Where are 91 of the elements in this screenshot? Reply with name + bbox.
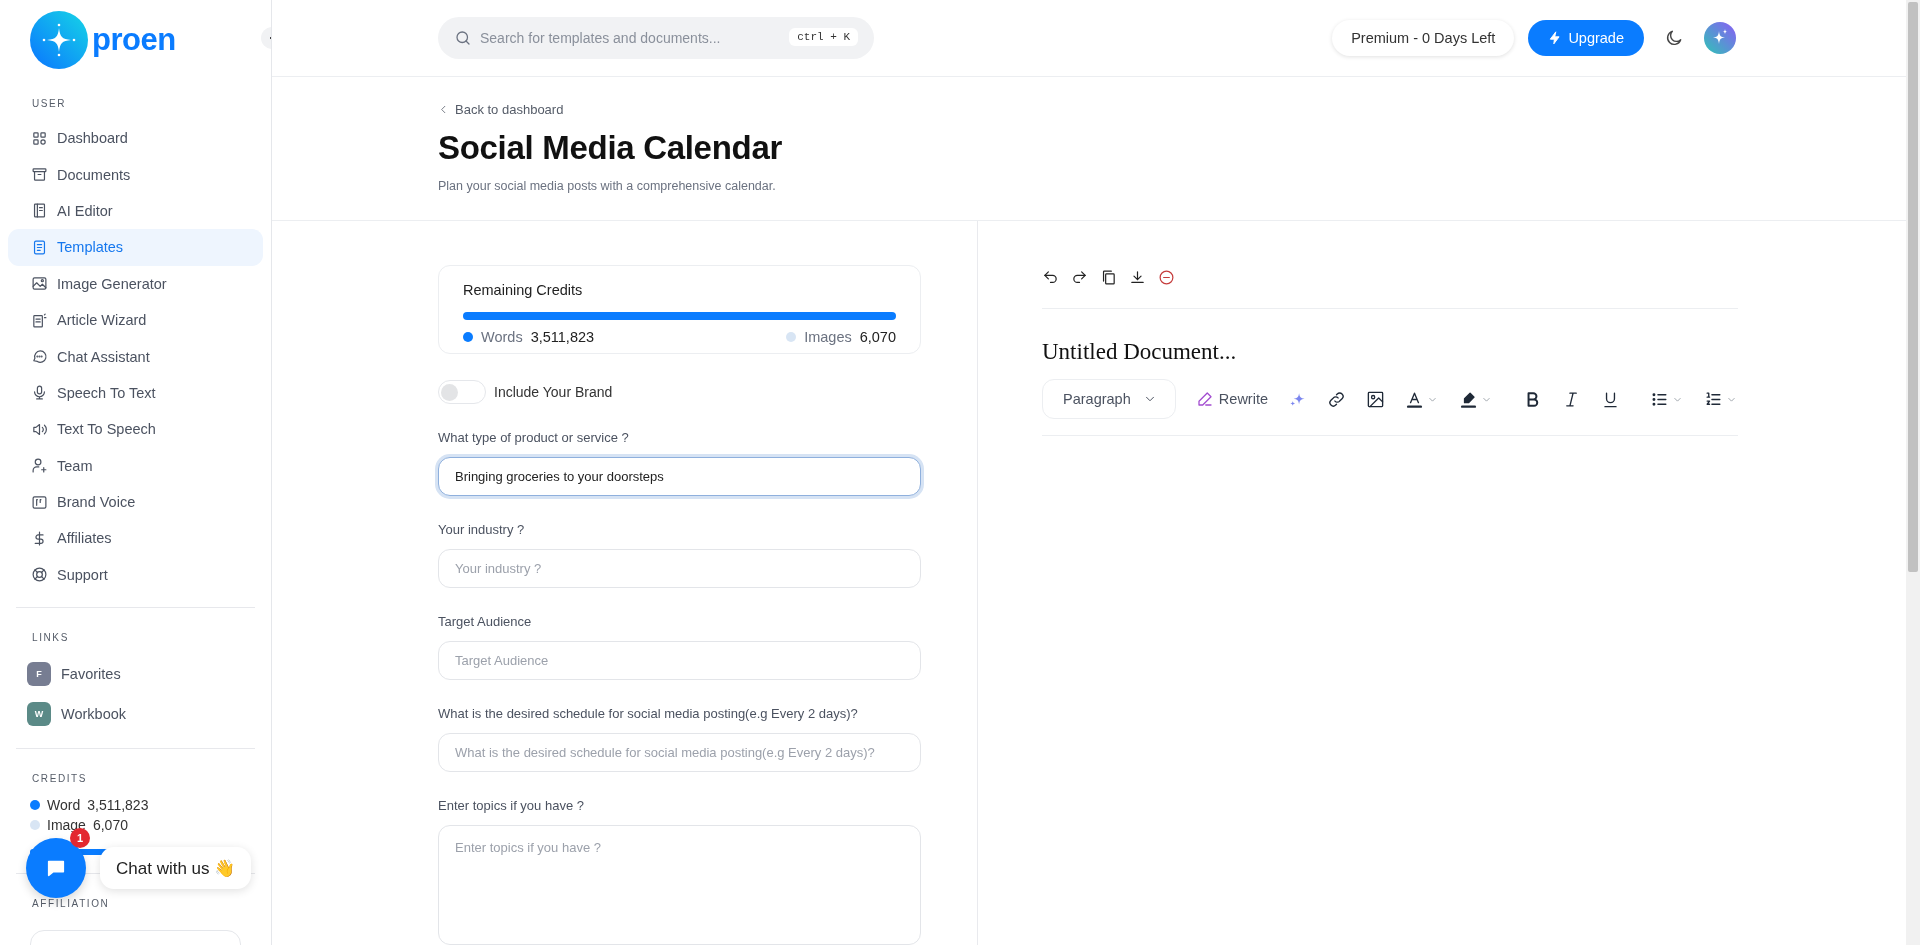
sidebar-item[interactable]: Templates xyxy=(8,229,263,266)
logo-text: proen xyxy=(92,22,176,58)
moon-icon[interactable] xyxy=(1664,28,1684,48)
credit-value: 6,070 xyxy=(859,329,896,345)
chat-prompt[interactable]: Chat with us 👋 xyxy=(100,847,252,889)
page-title: Social Media Calendar xyxy=(438,129,783,167)
sidebar-item[interactable]: Speech To Text xyxy=(8,374,263,412)
user-add-icon xyxy=(31,457,48,475)
notebook-icon xyxy=(31,202,48,220)
archive-icon xyxy=(31,166,48,184)
scrollbar[interactable] xyxy=(1906,0,1920,945)
sidebar-item[interactable]: Article Wizard xyxy=(8,301,263,339)
sidebar-item[interactable]: Dashboard xyxy=(8,120,263,157)
logo-icon xyxy=(30,11,88,69)
sidebar-item[interactable]: Team xyxy=(8,447,263,484)
grid-icon xyxy=(31,129,48,147)
sidebar-item[interactable]: Chat Assistant xyxy=(8,338,263,375)
keyboard-shortcut: ctrl + K xyxy=(789,28,858,46)
field-label: Target Audience xyxy=(438,613,533,629)
board-icon xyxy=(31,493,48,511)
copy-icon xyxy=(1100,269,1117,286)
image-icon xyxy=(31,275,48,293)
plan-button[interactable]: Premium - 0 Days Left xyxy=(1332,20,1515,56)
download-icon xyxy=(1129,269,1146,286)
redo-icon xyxy=(1071,269,1088,286)
download-button[interactable] xyxy=(1129,269,1146,286)
field-label: What is the desired schedule for social media posting(e.g Every 2 days)? xyxy=(438,705,859,721)
input-field[interactable]: Target Audience xyxy=(438,640,921,680)
image-icon xyxy=(1366,389,1385,409)
section-title: CREDITS xyxy=(31,773,89,785)
pencil-icon xyxy=(1195,390,1214,408)
section-title: USER xyxy=(31,98,68,109)
text-color-icon xyxy=(1405,389,1424,409)
sidebar-item[interactable]: Support xyxy=(8,556,263,594)
credit-value: 3,511,823 xyxy=(87,797,149,814)
credit-label: Words xyxy=(481,329,523,345)
article-icon xyxy=(31,311,48,329)
sidebar-item[interactable]: Brand Voice xyxy=(8,483,263,521)
section-title: LINKS xyxy=(31,632,70,644)
sidebar-item[interactable]: Documents xyxy=(8,156,263,193)
field-label: Your industry ? xyxy=(438,521,526,537)
minus-circle-icon xyxy=(1158,269,1175,286)
credit-label: Word xyxy=(47,797,81,814)
letter-avatar: F xyxy=(27,662,51,687)
card-title: Remaining Credits xyxy=(463,282,584,298)
rewrite-button[interactable]: Rewrite xyxy=(1195,390,1268,408)
sidebar-item[interactable]: Affiliates xyxy=(8,520,263,557)
toggle-label: Include Your Brand xyxy=(494,383,613,400)
underline-icon xyxy=(1601,389,1620,409)
chat-bubble-icon xyxy=(31,348,48,366)
field-label: What type of product or service ? xyxy=(438,429,630,445)
sidebar-link[interactable]: F Favorites xyxy=(8,654,263,695)
input-field[interactable]: Your industry ? xyxy=(438,548,921,588)
credit-label: Images xyxy=(804,329,852,345)
document-icon xyxy=(31,238,48,256)
lifebuoy-icon xyxy=(31,566,48,584)
sparkle-avatar-icon[interactable] xyxy=(1704,22,1736,54)
section-title: AFFILIATION xyxy=(31,898,111,910)
toggle-switch[interactable] xyxy=(438,379,486,404)
link-button[interactable] xyxy=(1327,389,1346,409)
redo-button[interactable] xyxy=(1071,269,1088,286)
image-button[interactable] xyxy=(1366,389,1385,409)
credit-value: 6,070 xyxy=(92,817,128,834)
letter-avatar: W xyxy=(27,702,51,727)
text-area[interactable]: Enter topics if you have ? xyxy=(438,824,921,945)
input-field[interactable]: What is the desired schedule for social media posting(e.g Every 2 days)? xyxy=(438,732,921,772)
undo-button[interactable] xyxy=(1042,269,1059,286)
underline-button[interactable] xyxy=(1601,389,1620,409)
page-subtitle: Plan your social media posts with a comprehensive calendar. xyxy=(438,179,777,193)
credit-value: 3,511,823 xyxy=(530,329,595,345)
minus-circle-button[interactable] xyxy=(1158,269,1175,286)
field-label: Enter topics if you have ? xyxy=(438,797,585,813)
copy-button[interactable] xyxy=(1100,269,1117,286)
document-title: Untitled Document... xyxy=(1042,339,1238,365)
sidebar-item[interactable]: Text To Speech xyxy=(8,411,263,448)
scroll-thumb[interactable] xyxy=(1908,2,1918,572)
microphone-icon xyxy=(31,384,48,402)
undo-icon xyxy=(1042,269,1059,286)
sidebar-link[interactable]: W Workbook xyxy=(8,694,263,735)
text-color-button[interactable] xyxy=(1405,389,1439,409)
upgrade-button[interactable]: Upgrade xyxy=(1528,20,1644,56)
back-link[interactable]: Back to dashboard xyxy=(438,102,564,117)
link-icon xyxy=(1327,389,1346,409)
input-field[interactable]: Bringing groceries to your doorsteps xyxy=(438,456,921,496)
sidebar-item[interactable]: AI Editor xyxy=(8,192,263,230)
sidebar-item[interactable]: Image Generator xyxy=(8,265,263,302)
link-label: Workbook xyxy=(61,706,126,723)
link-label: Favorites xyxy=(61,666,121,683)
search-icon xyxy=(454,29,472,47)
block-type-select[interactable]: Paragraph xyxy=(1042,379,1176,419)
lightning-icon xyxy=(1548,31,1563,45)
